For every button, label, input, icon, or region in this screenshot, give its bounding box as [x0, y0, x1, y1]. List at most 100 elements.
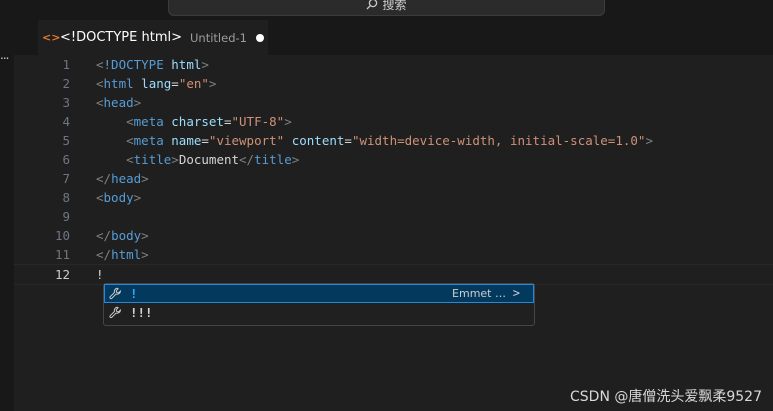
- editor-tab-bar: <> <!DOCTYPE html> Untitled-1: [14, 20, 773, 55]
- code-token: >: [133, 190, 142, 205]
- unsaved-dot-icon[interactable]: [255, 33, 264, 42]
- code-line[interactable]: 3 <head>: [14, 93, 773, 112]
- line-number: 7: [62, 171, 70, 186]
- suggestion-item[interactable]: !!!: [104, 303, 534, 322]
- code-token: content: [291, 133, 345, 148]
- code-token: "viewport": [208, 133, 285, 148]
- line-content: <head>: [96, 93, 141, 112]
- code-line[interactable]: 6 <title>Document</title>: [14, 150, 773, 169]
- line-number: 1: [62, 57, 70, 72]
- code-token: head: [103, 95, 134, 110]
- code-line[interactable]: 12!: [14, 264, 773, 285]
- code-token: =: [344, 133, 352, 148]
- code-token: "UTF-8": [231, 114, 285, 129]
- code-token: <: [126, 133, 134, 148]
- wrench-icon: [107, 305, 123, 321]
- code-token: "width=device-width, initial-scale=1.0": [351, 133, 646, 148]
- search-label: 搜索: [382, 0, 407, 12]
- line-content: <title>Document</title>: [96, 150, 299, 169]
- code-line[interactable]: 9: [14, 207, 773, 226]
- search-icon: [367, 0, 378, 10]
- code-line[interactable]: 7 </head>: [14, 169, 773, 188]
- line-number: 8: [62, 190, 70, 205]
- code-token: meta: [133, 133, 164, 148]
- tab-description: Untitled-1: [190, 30, 247, 45]
- line-content: <body>: [96, 188, 141, 207]
- code-editor[interactable]: 1 <!DOCTYPE html> 2 <html lang="en"> 3 <head>…: [14, 55, 773, 411]
- code-token: meta: [133, 114, 164, 129]
- tab-untitled-1[interactable]: <> <!DOCTYPE html> Untitled-1: [38, 20, 268, 55]
- code-token: </: [96, 171, 112, 186]
- code-token: !DOCTYPE: [103, 57, 164, 72]
- code-token: >: [645, 133, 653, 148]
- line-number: 4: [62, 114, 70, 129]
- code-token: charset: [171, 114, 224, 129]
- suggestion-detail: Emmet …: [452, 287, 506, 300]
- line-content: <!DOCTYPE html>: [96, 55, 209, 74]
- code-token: !: [96, 267, 104, 282]
- code-token: >: [141, 247, 149, 262]
- code-token: <: [96, 76, 104, 91]
- code-token: html: [103, 76, 134, 91]
- code-token: >: [201, 57, 209, 72]
- suggestion-widget: ! Emmet … >!!!: [103, 283, 535, 326]
- code-token: body: [111, 228, 142, 243]
- code-token: title: [254, 152, 292, 167]
- line-number: 12: [54, 267, 70, 282]
- suggestion-item[interactable]: ! Emmet … >: [104, 284, 534, 303]
- code-token: html: [111, 247, 142, 262]
- code-token: </: [96, 228, 112, 243]
- line-number: 3: [62, 95, 70, 110]
- line-content: <meta name="viewport" content="width=dev…: [96, 131, 653, 150]
- line-number: 10: [54, 228, 70, 243]
- line-content: </body>: [96, 226, 149, 245]
- line-content: !: [96, 265, 104, 284]
- code-token: lang: [141, 76, 172, 91]
- more-actions-icon[interactable]: ...: [0, 48, 10, 62]
- code-line[interactable]: 4 <meta charset="UTF-8">: [14, 112, 773, 131]
- command-center-search[interactable]: 搜索: [168, 0, 605, 16]
- tab-title: <!DOCTYPE html>: [60, 30, 182, 45]
- code-token: <: [126, 152, 134, 167]
- code-line[interactable]: 10 </body>: [14, 226, 773, 245]
- code-token: html: [171, 57, 202, 72]
- code-token: >: [141, 171, 149, 186]
- title-bar: 搜索: [0, 0, 773, 20]
- code-token: head: [111, 171, 142, 186]
- suggestion-label: !!!: [130, 305, 153, 320]
- line-content: <html lang="en">: [96, 74, 216, 93]
- code-token: >: [291, 152, 300, 167]
- code-token: "en": [178, 76, 209, 91]
- code-token: </: [239, 152, 255, 167]
- suggestion-label: !: [130, 286, 138, 301]
- line-number: 6: [62, 152, 70, 167]
- code-token: =: [201, 133, 209, 148]
- code-token: >: [171, 152, 179, 167]
- watermark: CSDN @唐僧洗头爱飘柔9527: [570, 389, 762, 405]
- code-token: <: [96, 57, 104, 72]
- code-line[interactable]: 2 <html lang="en">: [14, 74, 773, 93]
- code-token: >: [284, 114, 292, 129]
- code-token: >: [141, 228, 149, 243]
- wrench-icon: [107, 286, 123, 302]
- html-file-icon: <>: [42, 31, 61, 44]
- code-token: <: [126, 114, 134, 129]
- code-line[interactable]: 11 </html>: [14, 245, 773, 264]
- line-number: 11: [54, 247, 70, 262]
- code-token: Document: [178, 152, 240, 167]
- code-token: <: [96, 190, 104, 205]
- code-token: =: [171, 76, 179, 91]
- read-more-chevron-icon[interactable]: >: [513, 284, 520, 303]
- line-number: 5: [62, 133, 70, 148]
- line-content: </html>: [96, 245, 149, 264]
- code-token: name: [171, 133, 202, 148]
- line-content: <meta charset="UTF-8">: [96, 112, 292, 131]
- code-line[interactable]: 8 <body>: [14, 188, 773, 207]
- code-line[interactable]: 5 <meta name="viewport" content="width=d…: [14, 131, 773, 150]
- line-number: 2: [62, 76, 70, 91]
- code-line[interactable]: 1 <!DOCTYPE html>: [14, 55, 773, 74]
- code-token: title: [133, 152, 172, 167]
